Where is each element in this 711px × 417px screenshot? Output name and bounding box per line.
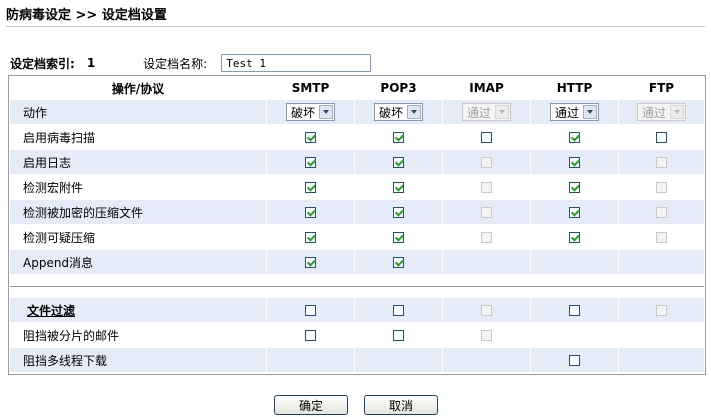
profile-name-input[interactable]	[221, 54, 372, 72]
log-pop3-checkbox[interactable]	[393, 156, 404, 168]
section-divider	[10, 286, 704, 287]
action-label: 动作	[23, 105, 48, 120]
action-row: 动作 破坏 破坏 通过 通过 通过	[10, 100, 704, 124]
file-filter-imap-checkbox	[481, 304, 492, 316]
action-pop3-value: 破坏	[378, 105, 403, 120]
chevron-down-icon	[319, 105, 333, 119]
table-row: 检测可疑压缩	[10, 225, 704, 249]
table-row: Append消息	[10, 250, 704, 274]
action-smtp-cell: 破坏	[266, 100, 354, 124]
table-row: 阻挡被分片的邮件	[10, 323, 704, 347]
table-header-row: 操作/协议 SMTP POP3 IMAP HTTP FTP	[10, 77, 704, 99]
action-ftp-cell: 通过	[618, 100, 704, 124]
suspicious-http-checkbox[interactable]	[569, 231, 580, 243]
macro-ftp-checkbox	[656, 181, 667, 193]
table-row: 文件过滤	[10, 298, 704, 322]
virus-scan-imap-checkbox[interactable]	[481, 131, 492, 143]
file-filter-smtp-checkbox[interactable]	[305, 304, 316, 316]
action-pop3-cell: 破坏	[354, 100, 442, 124]
action-http-select[interactable]: 通过	[549, 103, 599, 121]
action-imap-select: 通过	[461, 103, 511, 121]
row-label-block-multithread: 阻挡多线程下载	[23, 353, 108, 368]
append-smtp-checkbox[interactable]	[305, 256, 316, 268]
append-pop3-checkbox[interactable]	[393, 256, 404, 268]
file-filter-pop3-checkbox[interactable]	[393, 304, 404, 316]
encrypted-ftp-checkbox	[656, 206, 667, 218]
virus-scan-smtp-checkbox[interactable]	[305, 131, 316, 143]
macro-pop3-checkbox[interactable]	[393, 181, 404, 193]
profile-index-value: 1	[86, 56, 96, 70]
row-label-macro: 检测宏附件	[23, 180, 84, 195]
macro-smtp-checkbox[interactable]	[305, 181, 316, 193]
table-row: 检测被加密的压缩文件	[10, 200, 704, 224]
table-row: 阻挡多线程下载	[10, 348, 704, 372]
row-label-file-filter-cell: 文件过滤	[10, 298, 266, 322]
encrypted-http-checkbox[interactable]	[569, 206, 580, 218]
virus-scan-pop3-checkbox[interactable]	[393, 131, 404, 143]
fragmented-pop3-checkbox[interactable]	[393, 329, 404, 341]
header-operation: 操作/协议	[111, 81, 165, 96]
table-row: 启用日志	[10, 150, 704, 174]
chevron-down-icon	[495, 105, 509, 119]
header-imap: IMAP	[442, 77, 530, 99]
row-label-encrypted-archive: 检测被加密的压缩文件	[23, 205, 144, 220]
profile-info: 设定档索引: 1 设定档名称:	[10, 52, 372, 74]
virus-scan-ftp-checkbox[interactable]	[656, 131, 667, 143]
log-ftp-checkbox	[656, 156, 667, 168]
suspicious-pop3-checkbox[interactable]	[393, 231, 404, 243]
page-title: 防病毒设定 >> 设定档设置	[6, 8, 167, 23]
profile-index-label: 设定档索引:	[10, 56, 75, 71]
encrypted-imap-checkbox	[481, 206, 492, 218]
row-label-block-fragmented: 阻挡被分片的邮件	[23, 328, 120, 343]
log-imap-checkbox	[481, 156, 492, 168]
file-filter-link[interactable]: 文件过滤	[27, 302, 75, 319]
suspicious-smtp-checkbox[interactable]	[305, 231, 316, 243]
table-row: 启用病毒扫描	[10, 125, 704, 149]
settings-table: 操作/协议 SMTP POP3 IMAP HTTP FTP 动作 破坏 破坏 通…	[8, 75, 706, 375]
header-ftp: FTP	[618, 77, 704, 99]
action-http-value: 通过	[554, 105, 579, 120]
multithread-http-checkbox[interactable]	[569, 354, 580, 366]
suspicious-ftp-checkbox	[656, 231, 667, 243]
header-pop3: POP3	[354, 77, 442, 99]
log-smtp-checkbox[interactable]	[305, 156, 316, 168]
macro-http-checkbox[interactable]	[569, 181, 580, 193]
file-filter-http-checkbox[interactable]	[569, 304, 580, 316]
chevron-down-icon	[407, 105, 421, 119]
encrypted-pop3-checkbox[interactable]	[393, 206, 404, 218]
header-smtp: SMTP	[266, 77, 354, 99]
chevron-down-icon	[583, 105, 597, 119]
row-label-enable-log: 启用日志	[23, 155, 72, 170]
fragmented-imap-checkbox	[481, 329, 492, 341]
fragmented-smtp-checkbox[interactable]	[305, 329, 316, 341]
row-label-virus-scan: 启用病毒扫描	[23, 130, 96, 145]
encrypted-smtp-checkbox[interactable]	[305, 206, 316, 218]
virus-scan-http-checkbox[interactable]	[569, 131, 580, 143]
cancel-button[interactable]: 取消	[364, 395, 438, 415]
action-smtp-select[interactable]: 破坏	[285, 103, 335, 121]
action-ftp-value: 通过	[641, 105, 666, 120]
title-divider	[6, 26, 705, 27]
ok-button[interactable]: 确定	[274, 395, 348, 415]
table-row: 检测宏附件	[10, 175, 704, 199]
file-filter-ftp-checkbox	[656, 304, 667, 316]
row-label-append-message: Append消息	[23, 255, 94, 270]
action-imap-cell: 通过	[442, 100, 530, 124]
header-http: HTTP	[530, 77, 618, 99]
action-http-cell: 通过	[530, 100, 618, 124]
row-label-suspicious-archive: 检测可疑压缩	[23, 230, 96, 245]
macro-imap-checkbox	[481, 181, 492, 193]
log-http-checkbox[interactable]	[569, 156, 580, 168]
suspicious-imap-checkbox	[481, 231, 492, 243]
chevron-down-icon	[670, 105, 684, 119]
action-pop3-select[interactable]: 破坏	[373, 103, 423, 121]
profile-name-label: 设定档名称:	[143, 56, 208, 71]
action-smtp-value: 破坏	[290, 105, 315, 120]
action-imap-value: 通过	[466, 105, 491, 120]
action-ftp-select: 通过	[636, 103, 686, 121]
